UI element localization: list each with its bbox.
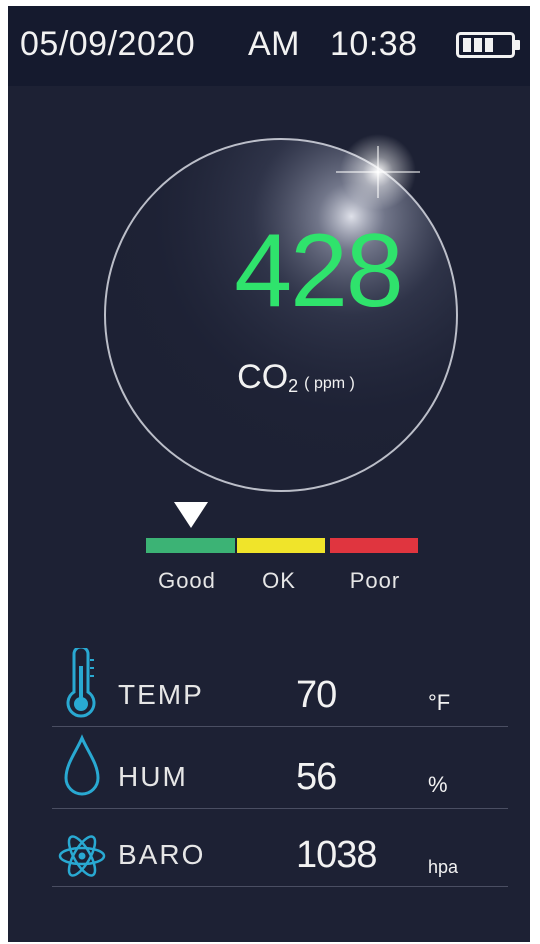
hum-unit: % [428,772,448,797]
hum-value: 56 [296,756,337,798]
level-bar-poor [330,538,418,553]
baro-value: 1038 [296,834,378,876]
device-screen: 05/09/2020 AM 10:38 428 CO2 (ppm) Good… [8,6,530,942]
level-label-good: Good [158,568,216,593]
baro-label: BARO [118,839,206,870]
level-label-ok: OK [262,568,296,593]
level-bar-ok [237,538,325,553]
hum-label: HUM [118,761,188,792]
time-display: 10:38 [330,25,418,63]
row-divider [52,726,508,727]
air-quality-indicator-arrow [174,502,208,528]
co2-reading: 428 [234,213,404,329]
date-display: 05/09/2020 [20,25,196,63]
level-label-poor: Poor [349,568,401,593]
thermometer-icon [66,648,96,718]
co2-unit: ( ppm ) [304,375,355,392]
atom-icon [58,835,106,877]
am-pm-indicator: AM [248,25,300,63]
level-bar-good [146,538,235,553]
temperature-row: TEMP 70 °F [52,648,508,730]
co2-subscript: 2 [288,376,299,396]
temp-unit: °F [428,690,451,715]
temp-label: TEMP [118,679,204,710]
battery-icon [456,32,520,58]
water-drop-icon [64,734,100,796]
barometer-row: BARO 1038 hpa [52,808,508,890]
row-divider [52,886,508,887]
co2-label: CO2 ( ppm ) [196,358,396,397]
temp-value: 70 [296,674,337,716]
humidity-row: HUM 56 % [52,730,508,812]
baro-unit: hpa [428,857,459,877]
co2-label-text: CO [237,358,289,396]
status-bar: 05/09/2020 AM 10:38 [8,6,530,86]
